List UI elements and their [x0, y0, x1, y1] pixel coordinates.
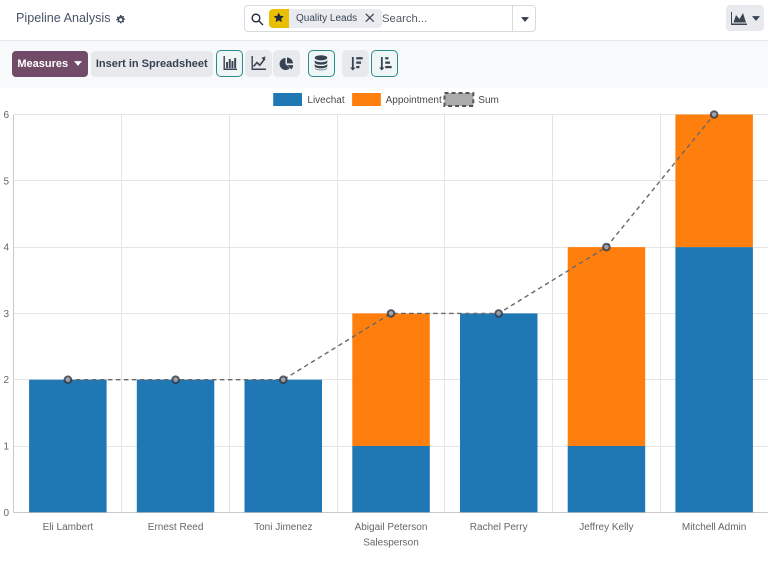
- svg-text:1: 1: [3, 442, 9, 453]
- svg-text:Mitchell Admin: Mitchell Admin: [682, 522, 746, 533]
- svg-text:Abigail Peterson: Abigail Peterson: [355, 522, 428, 533]
- svg-text:Toni Jimenez: Toni Jimenez: [254, 522, 312, 533]
- svg-text:Eli Lambert: Eli Lambert: [43, 522, 94, 533]
- svg-text:5: 5: [3, 176, 9, 187]
- svg-text:Salesperson: Salesperson: [363, 538, 419, 549]
- svg-text:Rachel Perry: Rachel Perry: [470, 522, 528, 533]
- svg-text:Ernest Reed: Ernest Reed: [148, 522, 204, 533]
- svg-text:0: 0: [3, 508, 9, 519]
- svg-text:Sum: Sum: [478, 95, 499, 106]
- svg-text:3: 3: [3, 309, 9, 320]
- svg-text:Jeffrey Kelly: Jeffrey Kelly: [579, 522, 633, 533]
- svg-text:2: 2: [3, 375, 9, 386]
- svg-text:Livechat: Livechat: [307, 95, 344, 106]
- svg-text:Appointment: Appointment: [386, 95, 442, 106]
- svg-text:4: 4: [3, 243, 9, 254]
- svg-text:6: 6: [3, 110, 9, 121]
